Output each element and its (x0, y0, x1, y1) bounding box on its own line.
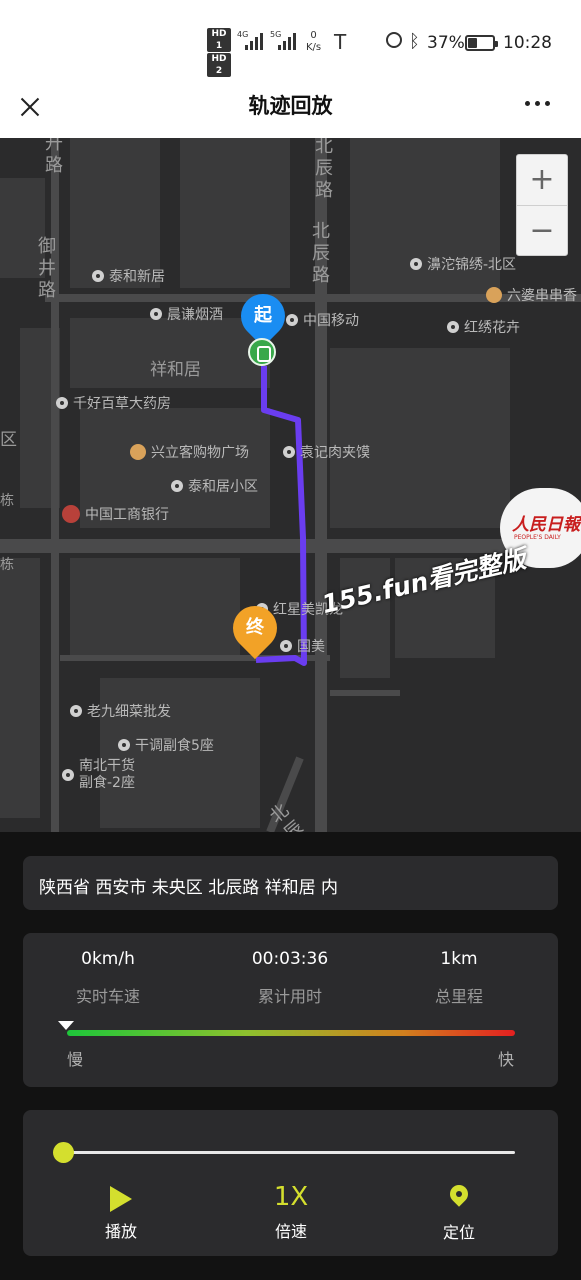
poi[interactable]: 干调副食5座 (118, 735, 214, 755)
address-panel: 陕西省 西安市 未央区 北辰路 祥和居 内 (23, 856, 558, 910)
road-label: 升路 (45, 138, 63, 176)
food-icon (283, 446, 295, 458)
page-title: 轨迹回放 (248, 94, 333, 118)
car-icon (248, 338, 276, 366)
road-label: 北辰路 (315, 138, 333, 201)
building-icon (410, 258, 422, 270)
poi[interactable]: 晨谦烟酒 (150, 304, 223, 324)
battery-icon (465, 35, 498, 51)
battery-percent: 37% (427, 33, 465, 53)
signal-icon (278, 30, 296, 50)
shop-icon (280, 640, 292, 652)
shop-icon (447, 321, 459, 333)
poi[interactable]: 泰和新居 (92, 266, 165, 286)
tesla-icon: T (334, 30, 347, 54)
zoom-control: + − (516, 154, 568, 256)
poi[interactable]: 南北干货 副食-2座 (62, 758, 135, 792)
food-icon (486, 287, 502, 303)
play-button[interactable]: 播放 (66, 1182, 176, 1242)
map-view[interactable]: 升路 御井路 北辰路 北辰路 北辰路 祥和居 区 栋 栋 泰和新居 晨谦烟酒 中… (0, 138, 581, 832)
elapsed-value: 00:03:36 (251, 949, 329, 969)
shop-icon (70, 705, 82, 717)
area-label: 栋 (0, 493, 14, 509)
pharmacy-icon (56, 397, 68, 409)
poi[interactable]: 中国工商银行 (62, 504, 169, 524)
speed-stat: 0km/h 实时车速 (23, 949, 193, 1007)
poi[interactable]: 中国移动 (286, 310, 359, 330)
speed-value: 0km/h (81, 949, 135, 969)
distance-stat: 1km 总里程 (374, 949, 544, 1007)
network-speed: 0 K/s (306, 30, 322, 53)
poi[interactable]: 老九细菜批发 (70, 701, 171, 721)
poi[interactable]: 国美 (280, 636, 325, 656)
poi[interactable]: 濞沱锦绣-北区 (410, 254, 516, 274)
elapsed-label: 累计用时 (257, 987, 322, 1006)
area-label: 栋 (0, 557, 14, 573)
playback-controls: 播放 1X 倍速 定位 (23, 1110, 558, 1256)
signal-icon (245, 30, 263, 50)
play-icon (110, 1186, 132, 1212)
area-label: 祥和居 (150, 360, 201, 380)
alarm-icon (386, 32, 402, 48)
playback-progress-track[interactable] (63, 1151, 515, 1154)
playback-progress-thumb[interactable] (53, 1142, 74, 1163)
fast-label: 快 (498, 1050, 515, 1069)
poi[interactable]: 六婆串串香 (486, 285, 577, 305)
poi[interactable]: 千好百草大药房 (56, 393, 171, 413)
building-icon (62, 769, 74, 781)
building-icon (118, 739, 130, 751)
stats-panel: 0km/h 实时车速 00:03:36 累计用时 1km 总里程 慢 快 (23, 933, 558, 1087)
slow-label: 慢 (67, 1050, 84, 1069)
elapsed-stat: 00:03:36 累计用时 (205, 949, 375, 1007)
zoom-out-button[interactable]: − (517, 206, 567, 256)
zoom-in-button[interactable]: + (517, 155, 567, 206)
hd-indicator: HD 1 HD 2 (207, 28, 231, 78)
speed-multiplier: 1X (273, 1182, 309, 1212)
road-label: 北辰路 (312, 221, 330, 286)
speed-gradient-bar (67, 1030, 515, 1036)
status-bar: HD 1 HD 2 4G 5G 0 K/s T ᛒ 37% 10:28 (0, 0, 581, 80)
shop-icon (150, 308, 162, 320)
end-marker: 终 (223, 596, 287, 660)
more-options-icon[interactable] (525, 101, 555, 109)
location-pin-icon (449, 1185, 469, 1213)
speed-multiplier-label: 倍速 (274, 1222, 307, 1241)
map-canvas (0, 138, 581, 832)
clock: 10:28 (503, 33, 552, 53)
poi[interactable]: 袁记肉夹馍 (283, 442, 370, 462)
poi[interactable]: 泰和居小区 (171, 476, 258, 496)
battery-level (468, 38, 477, 48)
locate-button[interactable]: 定位 (404, 1182, 514, 1243)
building-icon (171, 480, 183, 492)
bank-icon (62, 505, 80, 523)
speed-button[interactable]: 1X 倍速 (236, 1182, 346, 1242)
distance-label: 总里程 (434, 987, 483, 1006)
road-label: 御井路 (38, 236, 56, 301)
poi[interactable]: 红绣花卉 (447, 317, 520, 337)
locate-label: 定位 (442, 1223, 475, 1242)
area-label: 区 (0, 430, 17, 450)
bluetooth-icon: ᛒ (409, 31, 420, 52)
title-bar: 轨迹回放 (0, 80, 581, 139)
play-label: 播放 (104, 1222, 137, 1241)
speed-label: 实时车速 (75, 987, 140, 1006)
building-icon (92, 270, 104, 282)
distance-value: 1km (440, 949, 478, 969)
address-text: 陕西省 西安市 未央区 北辰路 祥和居 内 (39, 878, 339, 898)
store-icon (286, 314, 298, 326)
mall-icon (130, 444, 146, 460)
poi[interactable]: 兴立客购物广场 (130, 442, 249, 462)
speed-indicator (58, 1021, 74, 1030)
